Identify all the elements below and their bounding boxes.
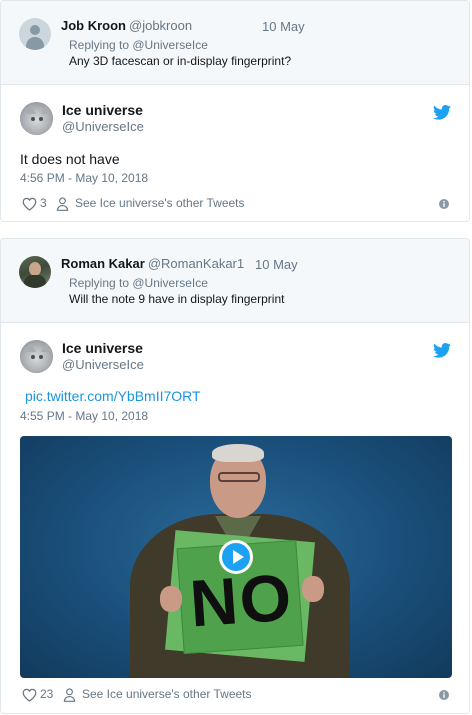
avatar[interactable] [20,102,53,135]
author-handle[interactable]: @UniverseIce [62,119,144,134]
timestamp[interactable]: 4:56 PM - May 10, 2018 [20,171,148,185]
person-icon[interactable] [56,197,69,211]
twitter-bird-icon[interactable] [433,105,451,120]
author-name[interactable]: Ice universe [62,340,143,356]
parent-date[interactable]: 10 May [255,257,298,272]
twitter-bird-icon[interactable] [433,343,451,358]
embedded-tweet-card: Roman Kakar @RomanKakar1 10 May Replying … [0,238,470,714]
parent-tweet[interactable]: Job Kroon @jobkroon 10 May Replying to @U… [1,1,469,85]
other-tweets-link[interactable]: See Ice universe's other Tweets [75,196,245,210]
parent-tweet-text: Will the note 9 have in display fingerpr… [69,292,285,306]
parent-tweet[interactable]: Roman Kakar @RomanKakar1 10 May Replying … [1,239,469,323]
other-tweets-link[interactable]: See Ice universe's other Tweets [82,687,252,701]
like-count: 3 [40,196,47,210]
person-icon[interactable] [63,688,76,702]
default-avatar-icon[interactable] [19,18,51,50]
info-icon[interactable] [439,199,449,209]
parent-date[interactable]: 10 May [262,19,305,34]
author-handle[interactable]: @UniverseIce [62,357,144,372]
video-media[interactable]: NO [20,436,452,678]
info-icon[interactable] [439,690,449,700]
replying-to[interactable]: Replying to @UniverseIce [69,38,208,52]
parent-author-handle[interactable]: @jobkroon [129,18,192,33]
replying-to[interactable]: Replying to @UniverseIce [69,276,208,290]
timestamp[interactable]: 4:55 PM - May 10, 2018 [20,409,148,423]
tweet-actions: 23 See Ice universe's other Tweets [20,686,451,704]
embedded-tweet-card: Job Kroon @jobkroon 10 May Replying to @U… [0,0,470,222]
play-icon[interactable] [219,540,253,574]
avatar[interactable] [20,340,53,373]
parent-author-handle[interactable]: @RomanKakar1 [148,256,244,271]
author-name[interactable]: Ice universe [62,102,143,118]
parent-tweet-text: Any 3D facescan or in-display fingerprin… [69,54,292,68]
parent-author-name[interactable]: Job Kroon [61,18,126,33]
like-count: 23 [40,687,54,701]
avatar[interactable] [19,256,51,288]
media-link[interactable]: pic.twitter.com/YbBmII7ORT [25,388,201,404]
heart-icon[interactable] [22,688,37,702]
parent-author[interactable]: Roman Kakar @RomanKakar1 [61,256,244,271]
tweet-actions: 3 See Ice universe's other Tweets [20,195,451,213]
tweet-text: It does not have [20,151,120,167]
heart-icon[interactable] [22,197,37,211]
parent-author[interactable]: Job Kroon @jobkroon [61,18,192,33]
parent-author-name[interactable]: Roman Kakar [61,256,145,271]
